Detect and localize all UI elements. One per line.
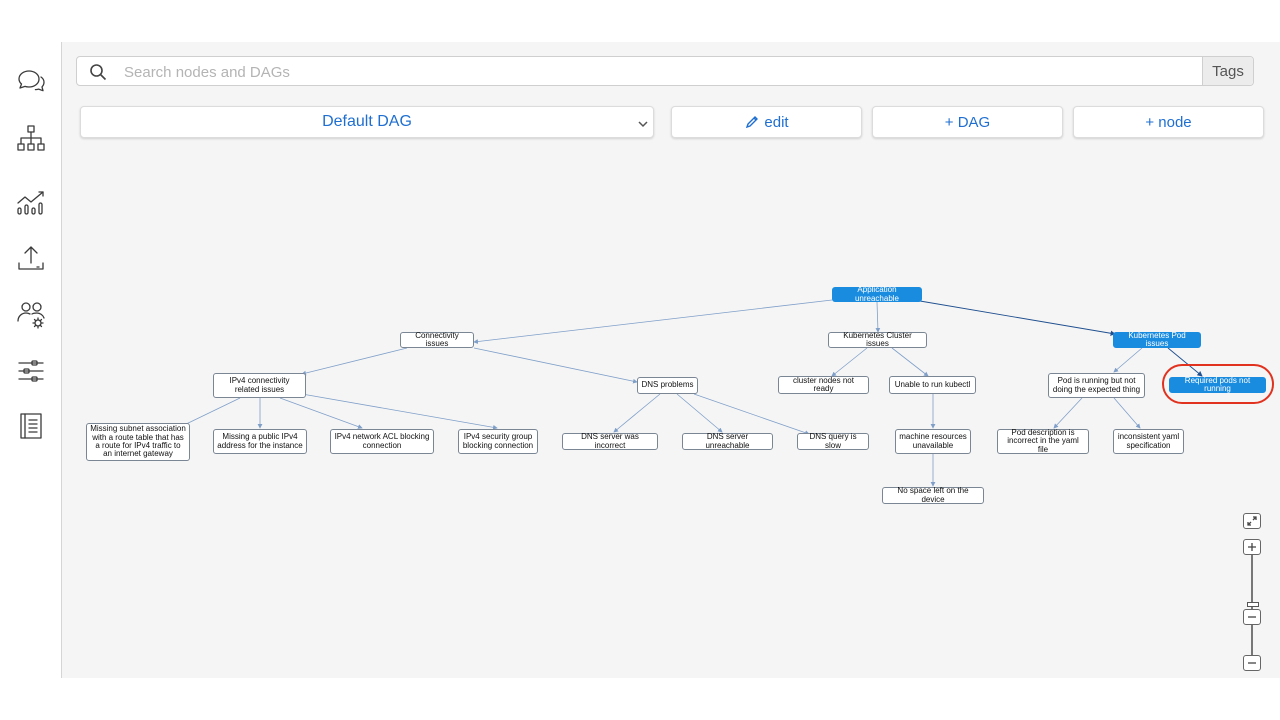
main-panel: Tags Default DAG edit + DAG + node	[62, 42, 1280, 678]
node-dns-slow[interactable]: DNS query is slow	[797, 432, 869, 450]
chat-bubbles-icon[interactable]	[14, 64, 48, 98]
book-icon[interactable]	[14, 409, 48, 443]
node-kubernetes-pod-issues[interactable]: Kubernetes Pod issues	[1113, 331, 1201, 348]
edge-cluster-kubectl	[891, 347, 929, 377]
edge-root-connectivity	[473, 299, 833, 344]
node-acl-blocking[interactable]: IPv4 network ACL blocking connection	[330, 429, 434, 454]
edge-root-pod	[919, 300, 1116, 336]
node-pod-description[interactable]: Pod description is incorrect in the yaml…	[997, 428, 1089, 454]
dag-edges	[179, 299, 1203, 487]
node-application-unreachable[interactable]: Application unreachable	[832, 285, 922, 302]
edge-dns-unreachable	[676, 393, 723, 433]
zoom-in-icon[interactable]	[1243, 539, 1261, 555]
fit-screen-icon[interactable]	[1243, 513, 1261, 529]
hierarchy-icon[interactable]	[14, 122, 48, 156]
node-dns-incorrect[interactable]: DNS server was incorrect	[562, 432, 658, 450]
edge-ipv4-subnet	[179, 397, 241, 428]
node-ipv4-connectivity[interactable]: IPv4 connectivity related issues	[213, 373, 306, 398]
zoom-min-icon[interactable]	[1243, 655, 1261, 671]
sliders-icon[interactable]	[14, 354, 48, 388]
analytics-chart-icon[interactable]	[14, 185, 48, 219]
node-machine-resources[interactable]: machine resources unavailable	[895, 429, 971, 454]
node-missing-ipv4[interactable]: Missing a public IPv4 address for the in…	[213, 429, 307, 454]
edge-running-yaml	[1113, 397, 1141, 429]
edge-cluster-nodes	[831, 347, 868, 377]
node-dns-unreachable[interactable]: DNS server unreachable	[682, 432, 773, 450]
node-dns-problems[interactable]: DNS problems	[637, 377, 698, 394]
edge-dns-incorrect	[613, 393, 661, 433]
edge-pod-running	[1113, 347, 1143, 373]
selection-highlight	[1162, 364, 1274, 404]
edge-running-description	[1053, 397, 1083, 429]
users-gear-icon[interactable]	[14, 298, 48, 332]
node-kubernetes-cluster-issues[interactable]: Kubernetes Cluster issues	[828, 331, 927, 348]
edge-dns-slow	[693, 393, 810, 435]
node-pod-running-wrong[interactable]: Pod is running but not doing the expecte…	[1048, 373, 1145, 398]
edge-conn-dns	[473, 347, 638, 384]
node-yaml-spec[interactable]: inconsistent yaml specification	[1113, 429, 1184, 454]
edge-conn-ipv4	[301, 347, 408, 376]
edge-root-cluster	[875, 301, 881, 333]
node-connectivity-issues[interactable]: Connectivity issues	[400, 331, 474, 348]
node-missing-subnet[interactable]: Missing subnet association with a route …	[86, 423, 190, 461]
sidebar	[0, 42, 62, 678]
node-no-space[interactable]: No space left on the device	[882, 486, 984, 504]
zoom-slider-handle[interactable]	[1247, 602, 1259, 607]
node-cluster-nodes-not-ready[interactable]: cluster nodes not ready	[778, 376, 869, 394]
app-window: Tags Default DAG edit + DAG + node	[0, 42, 1280, 678]
zoom-out-icon[interactable]	[1243, 609, 1261, 625]
upload-icon[interactable]	[14, 242, 48, 276]
edge-ipv4-sg	[301, 393, 498, 430]
node-unable-kubectl[interactable]: Unable to run kubectl	[889, 376, 976, 394]
node-security-group[interactable]: IPv4 security group blocking connection	[458, 429, 538, 454]
